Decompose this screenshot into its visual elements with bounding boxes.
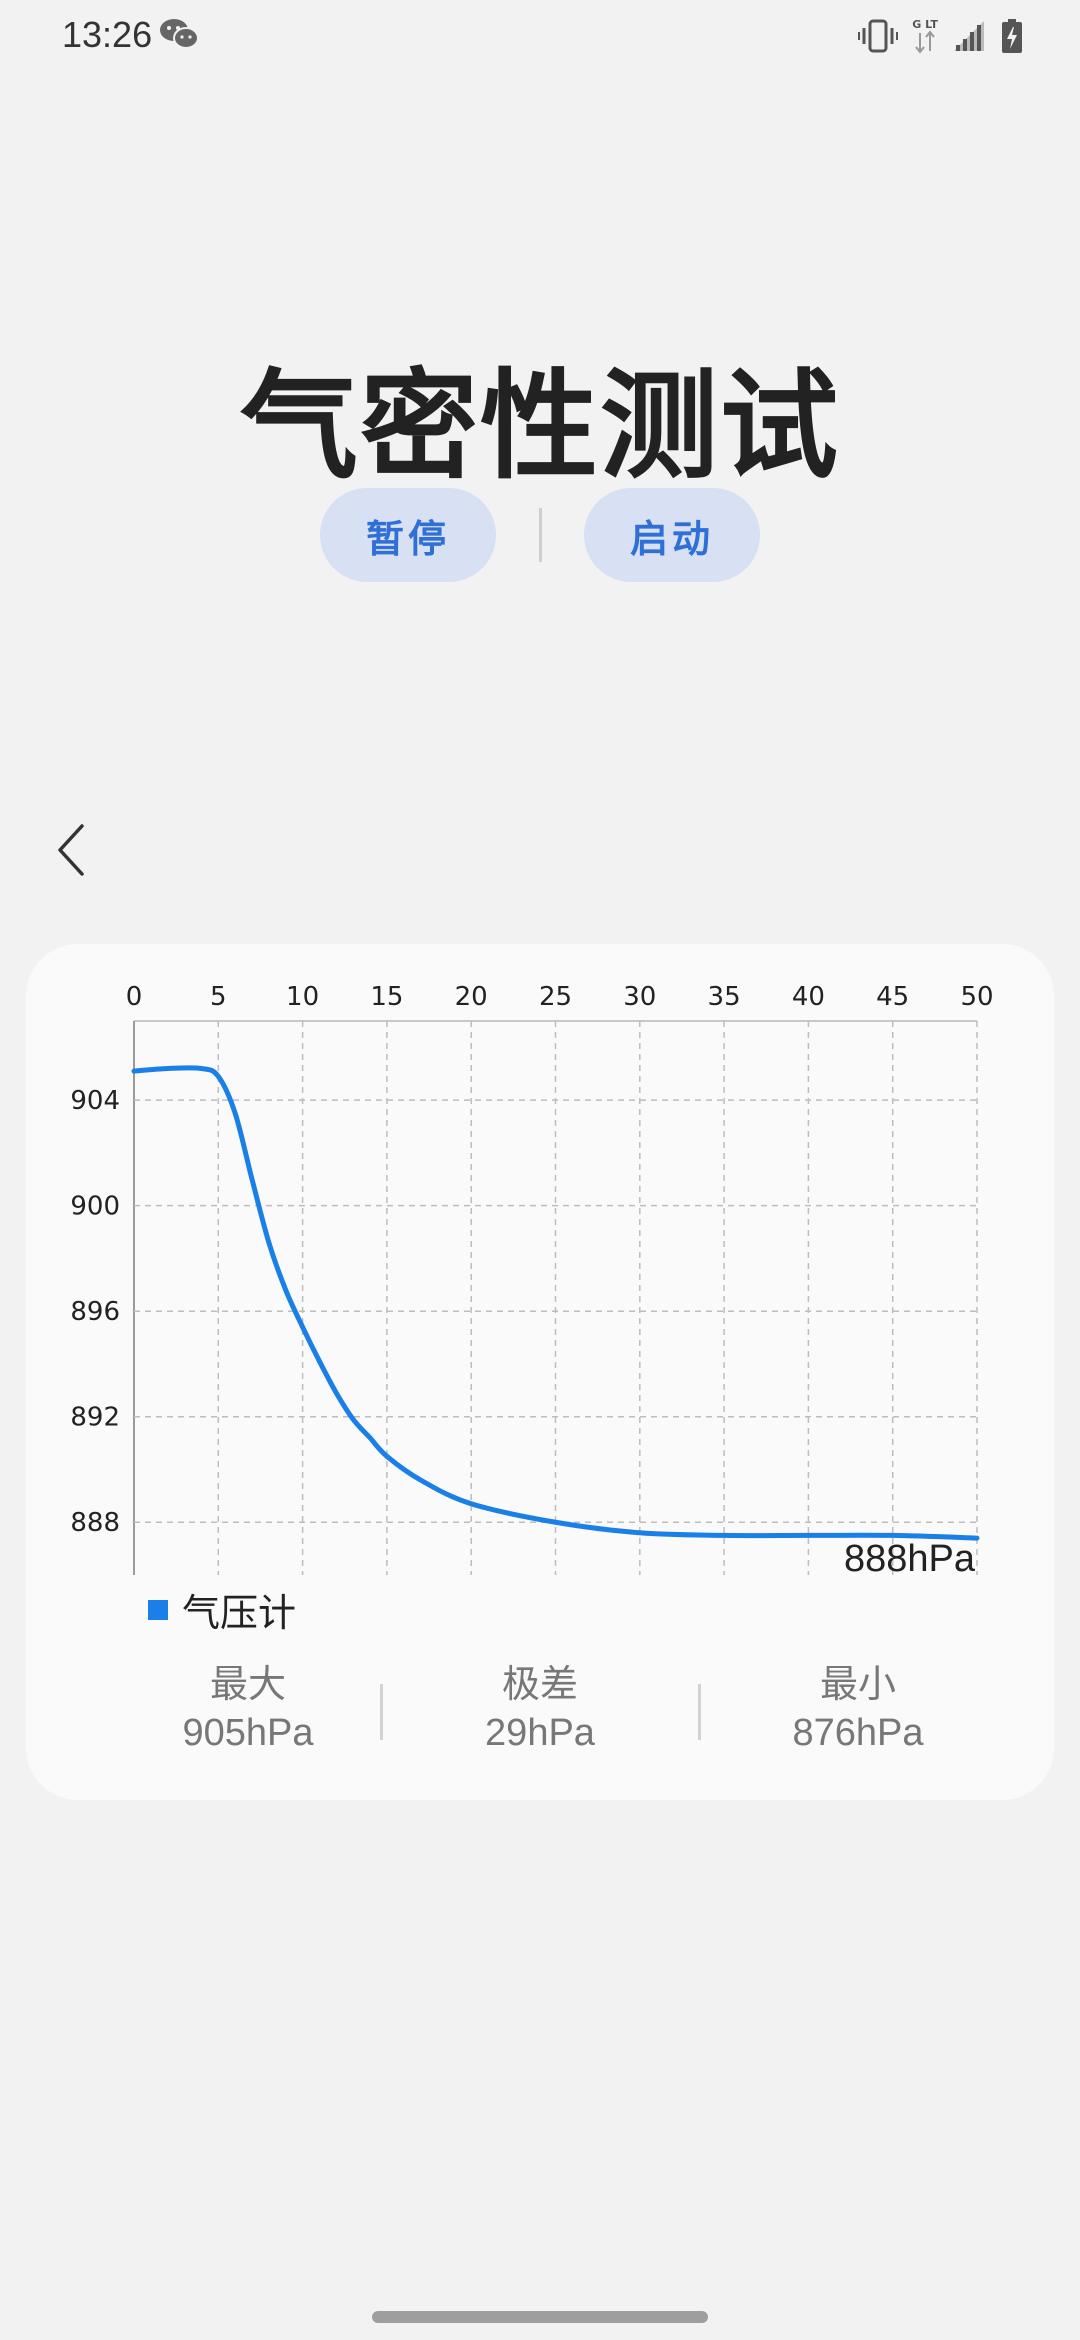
stat-divider bbox=[698, 1684, 701, 1740]
x-tick-label: 50 bbox=[960, 982, 993, 1012]
x-tick-label: 30 bbox=[623, 982, 656, 1012]
stat-max: 最大 905hPa bbox=[118, 1660, 378, 1758]
x-tick-label: 15 bbox=[370, 982, 403, 1012]
x-tick-label: 0 bbox=[126, 982, 143, 1012]
y-tick-label: 900 bbox=[70, 1192, 120, 1222]
home-indicator[interactable] bbox=[372, 2311, 708, 2323]
stat-range: 极差 29hPa bbox=[410, 1660, 670, 1758]
x-tick-label: 45 bbox=[876, 982, 909, 1012]
series-line bbox=[131, 1065, 980, 1541]
stat-min-label: 最小 bbox=[819, 1662, 896, 1706]
x-tick-label: 10 bbox=[286, 982, 319, 1012]
x-tick-label: 35 bbox=[708, 982, 741, 1012]
y-tick-label: 904 bbox=[70, 1086, 120, 1116]
stat-max-label: 最大 bbox=[209, 1662, 286, 1706]
stat-min-value: 876hPa bbox=[792, 1712, 924, 1754]
stat-min: 最小 876hPa bbox=[728, 1660, 988, 1758]
stat-divider bbox=[380, 1684, 383, 1740]
pressure-chart: 0 5 10 15 20 25 30 35 40 45 50 904 900 896 892 888 888hP… bbox=[70, 982, 993, 1580]
chart-legend: 气压计 bbox=[148, 1582, 296, 1637]
y-tick-label: 892 bbox=[70, 1403, 120, 1433]
x-tick-label: 40 bbox=[792, 982, 825, 1012]
y-tick-label: 896 bbox=[70, 1297, 120, 1327]
legend-swatch bbox=[148, 1599, 168, 1620]
stat-range-value: 29hPa bbox=[485, 1712, 595, 1754]
stat-range-label: 极差 bbox=[501, 1662, 578, 1706]
current-value-label: 888hPa bbox=[844, 1538, 976, 1580]
x-tick-label: 25 bbox=[539, 982, 572, 1012]
x-tick-label: 5 bbox=[210, 982, 227, 1012]
y-tick-label: 888 bbox=[70, 1508, 120, 1538]
stats-row: 最大 905hPa 极差 29hPa 最小 876hPa bbox=[26, 1660, 1054, 1770]
legend-label: 气压计 bbox=[182, 1591, 297, 1635]
x-tick-label: 20 bbox=[455, 982, 488, 1012]
stat-max-value: 905hPa bbox=[182, 1712, 314, 1754]
